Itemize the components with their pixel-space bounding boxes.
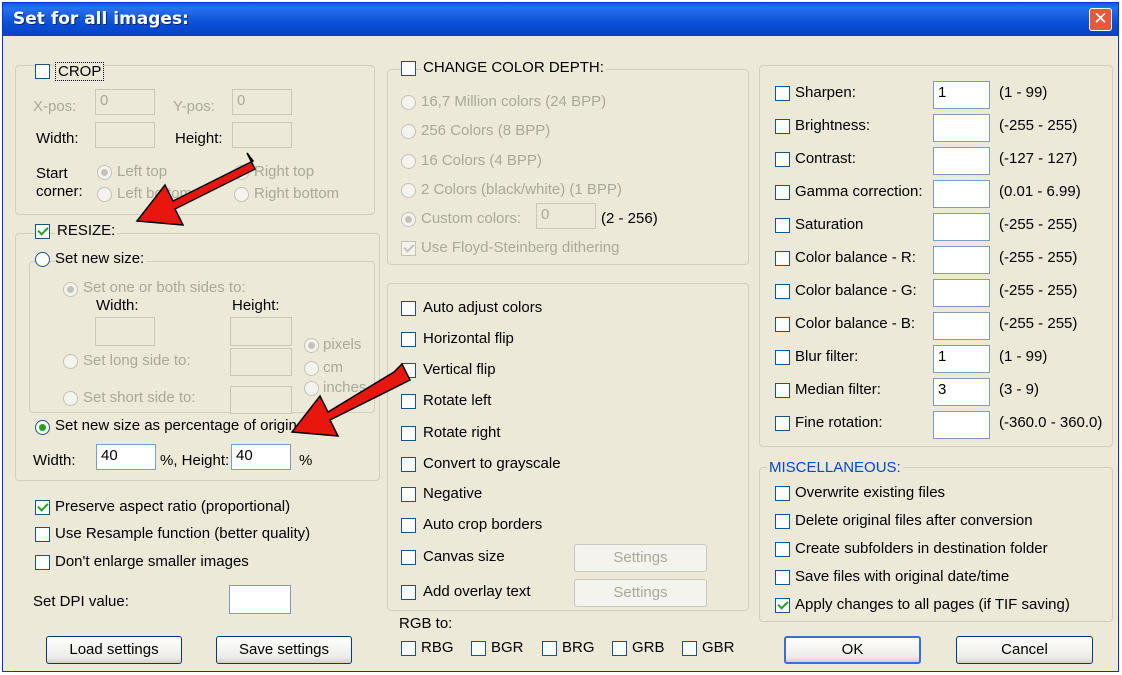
balance-g-label: Color balance - G: xyxy=(795,282,917,299)
contrast-input[interactable] xyxy=(933,147,990,175)
median-label: Median filter: xyxy=(795,381,881,398)
dialog-window: Set for all images: ✕ CROP X-pos: 0 Y-po… xyxy=(2,2,1119,672)
median-range: (3 - 9) xyxy=(999,381,1040,398)
brightness-input[interactable] xyxy=(933,114,990,142)
brightness-label: Brightness: xyxy=(795,117,871,134)
balance-b-range: (-255 - 255) xyxy=(999,315,1078,332)
sharpen-input[interactable]: 1 xyxy=(933,81,990,109)
fine-rotation-label: Fine rotation: xyxy=(795,414,883,431)
balance-g-range: (-255 - 255) xyxy=(999,282,1078,299)
balance-b-input[interactable] xyxy=(933,312,990,340)
fine-rotation-input[interactable] xyxy=(933,411,990,439)
balance-r-checkbox[interactable] xyxy=(775,251,790,266)
blur-range: (1 - 99) xyxy=(999,348,1048,365)
arrow-to-resize-icon xyxy=(135,152,257,226)
saturation-label: Saturation xyxy=(795,216,864,233)
balance-r-input[interactable] xyxy=(933,246,990,274)
brightness-range: (-255 - 255) xyxy=(999,117,1078,134)
contrast-checkbox[interactable] xyxy=(775,152,790,167)
blur-label: Blur filter: xyxy=(795,348,859,365)
brightness-checkbox[interactable] xyxy=(775,119,790,134)
balance-r-label: Color balance - R: xyxy=(795,249,916,266)
fine-rotation-checkbox[interactable] xyxy=(775,416,790,431)
median-input[interactable]: 3 xyxy=(933,378,990,406)
saturation-checkbox[interactable] xyxy=(775,218,790,233)
balance-g-input[interactable] xyxy=(933,279,990,307)
balance-r-range: (-255 - 255) xyxy=(999,249,1078,266)
contrast-label: Contrast: xyxy=(795,150,856,167)
saturation-input[interactable] xyxy=(933,213,990,241)
saturation-range: (-255 - 255) xyxy=(999,216,1078,233)
contrast-range: (-127 - 127) xyxy=(999,150,1078,167)
fine-rotation-range: (-360.0 - 360.0) xyxy=(999,414,1103,431)
arrow-to-percentage-icon xyxy=(290,362,412,437)
balance-b-checkbox[interactable] xyxy=(775,317,790,332)
balance-g-checkbox[interactable] xyxy=(775,284,790,299)
median-checkbox[interactable] xyxy=(775,383,790,398)
sharpen-range: (1 - 99) xyxy=(999,84,1048,101)
blur-checkbox[interactable] xyxy=(775,350,790,365)
gamma-range: (0.01 - 6.99) xyxy=(999,183,1081,200)
balance-b-label: Color balance - B: xyxy=(795,315,916,332)
gamma-input[interactable] xyxy=(933,180,990,208)
gamma-label: Gamma correction: xyxy=(795,183,923,200)
sharpen-label: Sharpen: xyxy=(795,84,856,101)
blur-input[interactable]: 1 xyxy=(933,345,990,373)
gamma-checkbox[interactable] xyxy=(775,185,790,200)
sharpen-checkbox[interactable] xyxy=(775,86,790,101)
